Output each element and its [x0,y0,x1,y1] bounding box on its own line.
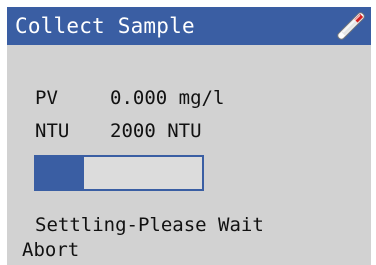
instrument-screen: Collect Sample PV 0.000 mg/l NTU 2000 NT… [7,7,371,265]
title-bar: Collect Sample [7,7,371,45]
screen-title: Collect Sample [15,14,195,38]
pv-label: PV [35,87,58,109]
ntu-value: 2000 NTU [110,120,202,142]
progress-fill [36,157,85,189]
settling-progress-bar [34,155,204,191]
sample-probe-icon [337,12,365,40]
pv-value: 0.000 mg/l [110,87,225,109]
abort-button[interactable]: Abort [22,239,79,261]
ntu-label: NTU [35,120,70,142]
status-message: Settling-Please Wait [35,214,264,236]
